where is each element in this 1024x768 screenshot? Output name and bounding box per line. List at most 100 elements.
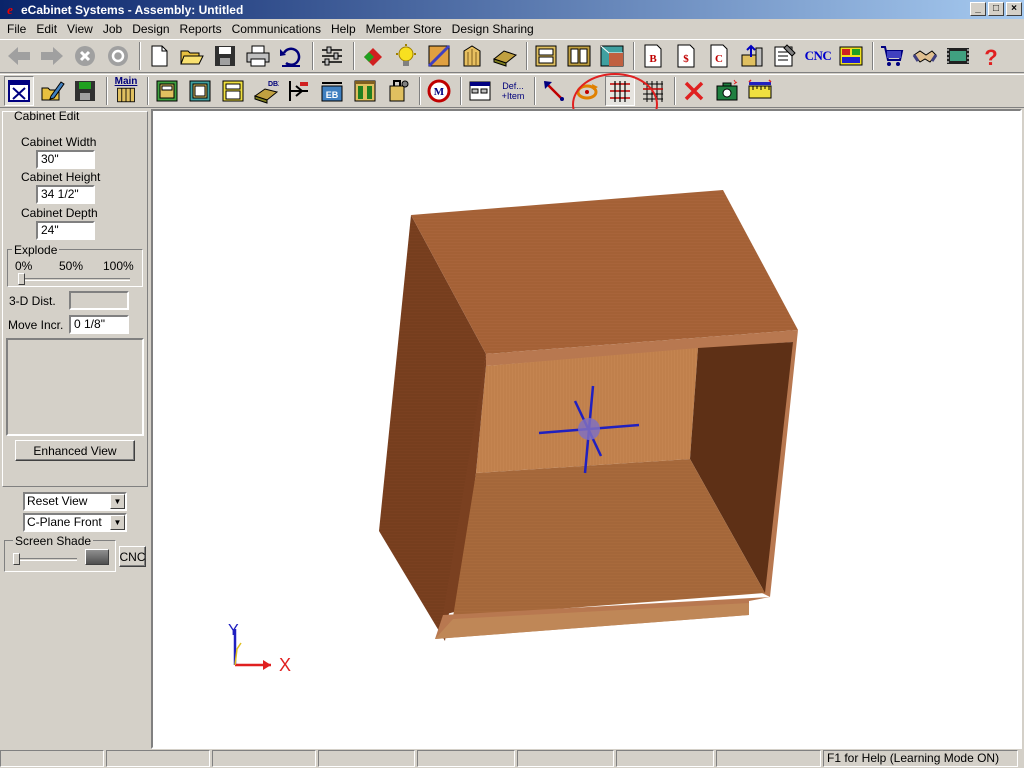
back-button[interactable] — [4, 41, 34, 71]
lighting-button[interactable] — [391, 41, 421, 71]
menu-edit[interactable]: Edit — [31, 20, 62, 38]
edit-window-icon — [8, 80, 30, 102]
dimension-button[interactable] — [284, 76, 314, 106]
settings-button[interactable] — [317, 41, 347, 71]
door-button[interactable] — [457, 41, 487, 71]
camera-button[interactable] — [712, 76, 742, 106]
print-button[interactable] — [243, 41, 273, 71]
manufacturer-button[interactable]: M — [424, 76, 454, 106]
reset-view-select[interactable]: Reset View ▼ — [23, 492, 127, 511]
chevron-down-icon[interactable]: ▼ — [110, 494, 125, 509]
shopping-cart-icon — [881, 46, 904, 66]
help-button[interactable]: ? — [976, 41, 1006, 71]
screen-shade-slider-track[interactable] — [13, 558, 77, 561]
measure-button[interactable] — [745, 76, 775, 106]
menu-communications[interactable]: Communications — [227, 20, 326, 38]
delete-button[interactable] — [679, 76, 709, 106]
cnc-button[interactable]: CNC — [803, 41, 833, 71]
screen-shade-slider-thumb[interactable] — [13, 553, 20, 565]
cabinet-group-button[interactable] — [564, 41, 594, 71]
cabinet-edit-button[interactable] — [4, 76, 34, 106]
undo-button[interactable] — [276, 41, 306, 71]
explode-slider-thumb[interactable] — [18, 273, 25, 285]
frame-button[interactable] — [350, 76, 380, 106]
cabinet-3d-model[interactable]: X Y — [153, 111, 1020, 747]
explode-tick-0: 0% — [15, 259, 33, 273]
catalog-button[interactable] — [465, 76, 495, 106]
toolbar-separator — [312, 42, 314, 70]
define-item-button[interactable]: Def... +Item — [498, 76, 528, 106]
explode-slider-track[interactable] — [18, 278, 130, 281]
save-design-button[interactable] — [70, 76, 100, 106]
enhanced-view-button[interactable]: Enhanced View — [15, 440, 135, 461]
store-cart-button[interactable] — [877, 41, 907, 71]
minimize-button[interactable]: _ — [970, 2, 986, 16]
cabinet-depth-label: Cabinet Depth — [21, 206, 98, 220]
light-bulb-icon — [396, 44, 416, 66]
floppy-disk-icon — [215, 46, 235, 66]
hardware-button[interactable] — [383, 76, 413, 106]
cabinet-height-field[interactable]: 34 1/2" — [36, 185, 95, 204]
menu-help[interactable]: Help — [326, 20, 361, 38]
edgeband-button[interactable]: EB — [317, 76, 347, 106]
menu-file[interactable]: File — [2, 20, 31, 38]
refresh-button[interactable] — [103, 41, 133, 71]
layout-button[interactable] — [836, 41, 866, 71]
new-button[interactable] — [144, 41, 174, 71]
wall-cabinet-button[interactable] — [185, 76, 215, 106]
export-button[interactable] — [737, 41, 767, 71]
edit-pen-button[interactable] — [37, 76, 67, 106]
explode-tick-50: 50% — [59, 259, 84, 273]
section-view-button[interactable] — [605, 76, 635, 106]
menu-member-store[interactable]: Member Store — [361, 20, 447, 38]
rotate-button[interactable] — [572, 76, 602, 106]
cabinet-width-field[interactable]: 30" — [36, 150, 95, 169]
price-report-button[interactable]: $ — [671, 41, 701, 71]
base-cabinet-button[interactable] — [152, 76, 182, 106]
material-button[interactable] — [358, 41, 388, 71]
cnc-panel-button[interactable]: CNC — [119, 546, 146, 567]
printer-icon — [246, 45, 270, 67]
tape-measure-icon — [748, 79, 772, 99]
dbx-button[interactable]: DBX — [251, 76, 281, 106]
member-button[interactable] — [910, 41, 940, 71]
stop-button[interactable] — [70, 41, 100, 71]
cutlist-report-button[interactable]: C — [704, 41, 734, 71]
open-button[interactable] — [177, 41, 207, 71]
close-button[interactable]: × — [1006, 2, 1022, 16]
cabinet-icon — [535, 45, 557, 67]
room-button[interactable] — [597, 41, 627, 71]
forward-button[interactable] — [37, 41, 67, 71]
cplane-select[interactable]: C-Plane Front ▼ — [23, 513, 127, 532]
chevron-down-icon[interactable]: ▼ — [110, 515, 125, 530]
base-cabinet-icon — [156, 80, 178, 102]
bid-report-button[interactable]: B — [638, 41, 668, 71]
move-button[interactable] — [539, 76, 569, 106]
cabinet-button[interactable] — [531, 41, 561, 71]
checklist-icon — [774, 44, 796, 67]
panel-button[interactable] — [490, 41, 520, 71]
menu-reports[interactable]: Reports — [175, 20, 227, 38]
maximize-button[interactable]: □ — [988, 2, 1004, 16]
tall-cabinet-button[interactable] — [218, 76, 248, 106]
menu-design-sharing[interactable]: Design Sharing — [447, 20, 539, 38]
move-incr-field[interactable]: 0 1/8" — [69, 315, 129, 334]
menu-view[interactable]: View — [62, 20, 98, 38]
app-logo-icon[interactable]: e — [3, 2, 17, 17]
main-button[interactable]: Main — [111, 76, 141, 106]
video-button[interactable] — [943, 41, 973, 71]
3d-viewport[interactable]: X Y — [151, 109, 1022, 749]
menu-job[interactable]: Job — [98, 20, 127, 38]
wall-button[interactable] — [424, 41, 454, 71]
preview-box — [6, 338, 144, 436]
checklist-button[interactable] — [770, 41, 800, 71]
hardware-icon — [389, 80, 409, 102]
grid-view-button[interactable] — [638, 76, 668, 106]
toolbar-separator — [147, 77, 149, 105]
grid-icon — [643, 81, 663, 102]
menu-design[interactable]: Design — [127, 20, 174, 38]
main-toolbar: B $ C CNC ? — [0, 39, 1024, 73]
shade-color-swatch[interactable] — [85, 549, 109, 565]
save-button[interactable] — [210, 41, 240, 71]
cabinet-depth-field[interactable]: 24" — [36, 221, 95, 240]
